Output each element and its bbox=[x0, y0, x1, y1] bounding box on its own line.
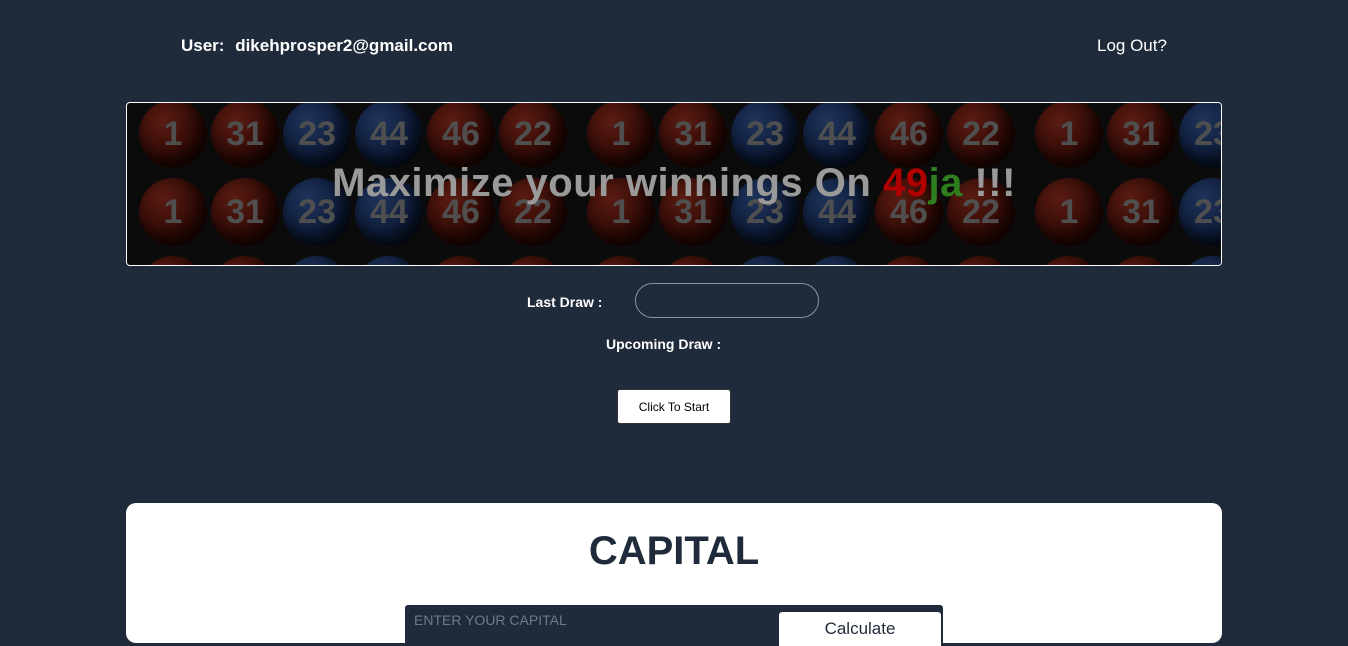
banner-title-suffix: !!! bbox=[962, 161, 1016, 205]
banner-title: Maximize your winnings On 49ja !!! bbox=[127, 161, 1221, 206]
calculate-button[interactable]: Calculate bbox=[779, 612, 941, 646]
capital-title: CAPITAL bbox=[588, 529, 760, 573]
upcoming-draw-label: Upcoming Draw : bbox=[606, 336, 722, 352]
user-email: dikehprosper2@gmail.com bbox=[235, 36, 454, 55]
capital-input-group: Calculate bbox=[405, 605, 943, 646]
user-info: User: dikehprosper2@gmail.com bbox=[181, 36, 453, 56]
user-label: User: bbox=[181, 36, 225, 55]
last-draw-field[interactable] bbox=[635, 283, 819, 318]
banner-title-ja: ja bbox=[928, 161, 963, 205]
banner-title-prefix: Maximize your winnings On bbox=[332, 161, 883, 205]
hero-banner: 131234446221312344462213123444622 131234… bbox=[126, 102, 1222, 266]
banner-title-49: 49 bbox=[882, 161, 929, 205]
last-draw-label: Last Draw : bbox=[527, 294, 603, 310]
capital-input[interactable] bbox=[405, 605, 786, 635]
start-button[interactable]: Click To Start bbox=[617, 389, 731, 424]
logout-link[interactable]: Log Out? bbox=[1097, 36, 1167, 56]
capital-card: CAPITAL Calculate bbox=[126, 503, 1222, 646]
